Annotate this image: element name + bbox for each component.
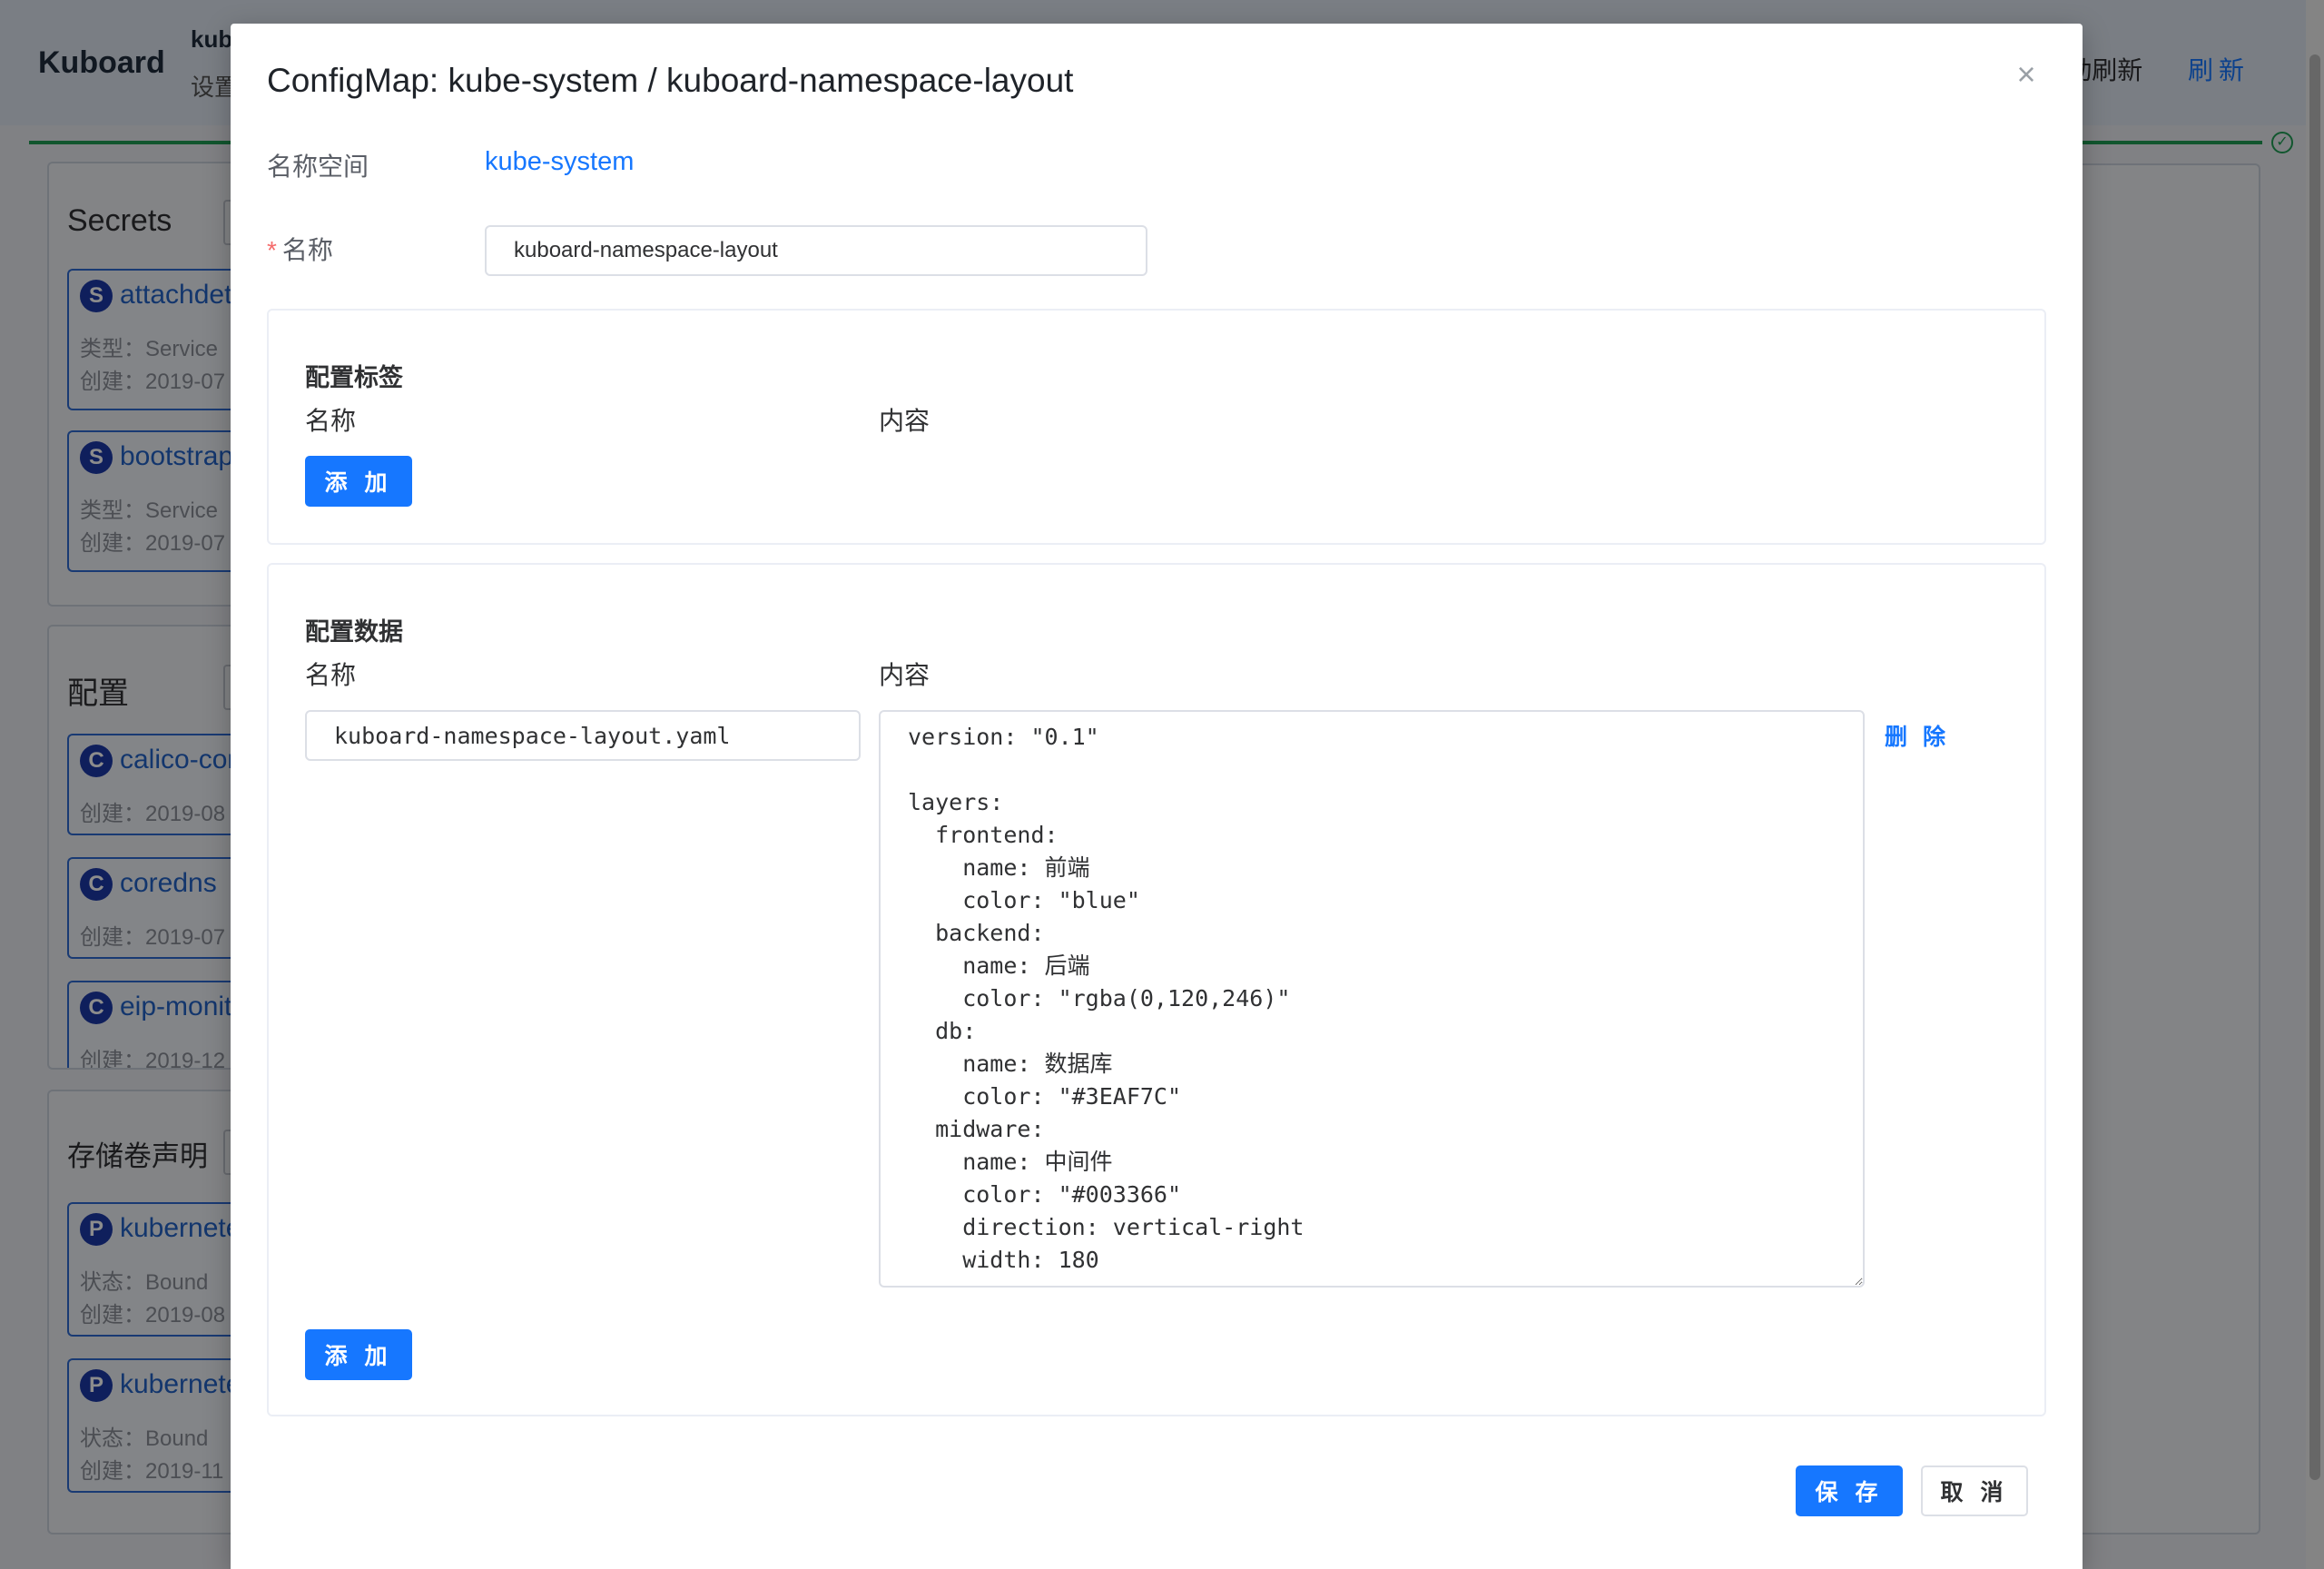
configmap-edit-dialog: ConfigMap: kube-system / kuboard-namespa… (231, 24, 2083, 1569)
required-mark: * (267, 236, 277, 264)
data-col-content: 内容 (879, 661, 931, 689)
cancel-button[interactable]: 取 消 (1921, 1465, 2028, 1516)
labels-section-title: 配置标签 (305, 364, 403, 391)
namespace-label: 名称空间 (267, 153, 369, 181)
data-section-title: 配置数据 (305, 618, 403, 646)
add-label-button[interactable]: 添 加 (305, 456, 412, 507)
labels-col-content: 内容 (879, 407, 931, 435)
labels-col-name: 名称 (305, 407, 357, 435)
data-section: 配置数据 名称 内容 version: "0.1" layers: fronte… (267, 563, 2046, 1416)
dialog-title: ConfigMap: kube-system / kuboard-namespa… (267, 62, 1074, 99)
labels-section: 配置标签 名称 内容 添 加 (267, 309, 2046, 545)
name-label: * 名称 (267, 231, 333, 267)
add-data-button[interactable]: 添 加 (305, 1329, 412, 1380)
delete-entry-button[interactable]: 删 除 (1885, 719, 1950, 752)
configmap-name-input[interactable] (485, 225, 1147, 276)
save-button[interactable]: 保 存 (1796, 1465, 1903, 1516)
data-value-textarea[interactable]: version: "0.1" layers: frontend: name: 前… (879, 710, 1865, 1288)
data-key-input[interactable] (305, 710, 861, 761)
data-col-name: 名称 (305, 661, 357, 689)
namespace-link[interactable]: kube-system (485, 147, 634, 177)
close-icon[interactable]: × (2012, 58, 2041, 91)
name-label-text: 名称 (281, 236, 333, 264)
